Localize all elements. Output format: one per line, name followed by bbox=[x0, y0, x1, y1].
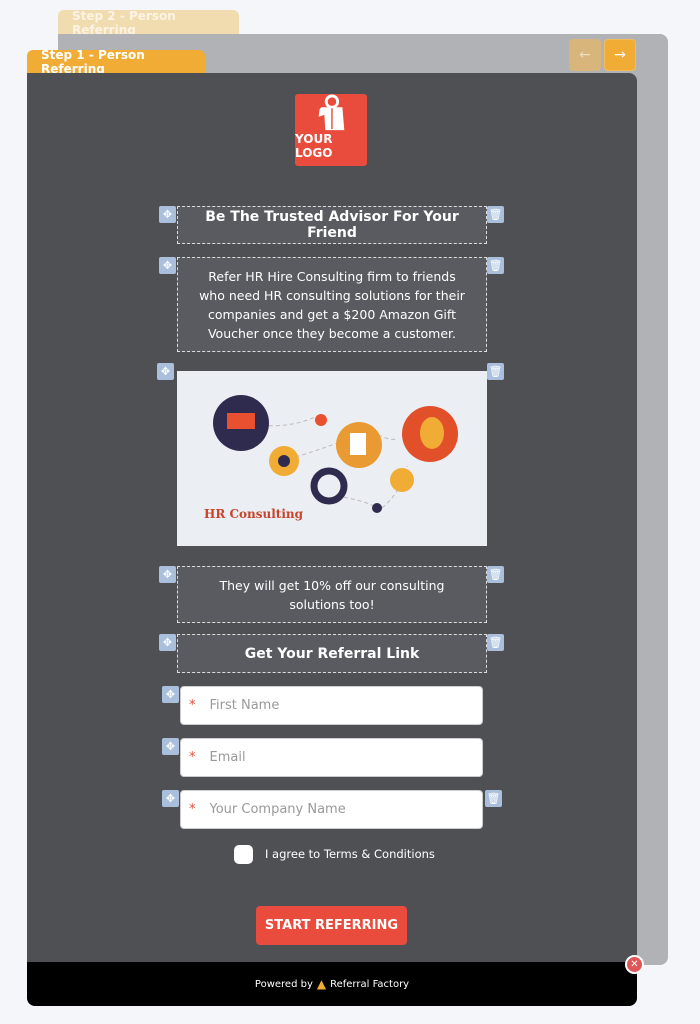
logo[interactable]: YOUR LOGO bbox=[295, 94, 367, 166]
title-block[interactable]: Be The Trusted Advisor For Your Friend bbox=[177, 206, 487, 244]
close-icon[interactable]: ✕ bbox=[625, 955, 644, 974]
referral-link-heading[interactable]: Get Your Referral Link bbox=[177, 634, 487, 673]
move-handle-icon[interactable]: ✥ bbox=[159, 634, 176, 651]
tab-step-2[interactable]: Step 2 - Person Referring bbox=[58, 9, 239, 37]
next-step-button[interactable]: → bbox=[604, 39, 636, 71]
move-handle-icon[interactable]: ✥ bbox=[159, 206, 176, 223]
logo-text: YOUR LOGO bbox=[295, 132, 333, 160]
move-handle-icon[interactable]: ✥ bbox=[162, 790, 179, 807]
trash-icon[interactable]: 🗑 bbox=[487, 566, 504, 583]
title-text: Be The Trusted Advisor For Your Friend bbox=[205, 209, 459, 241]
company-name-placeholder: Your Company Name bbox=[209, 802, 346, 817]
move-handle-icon[interactable]: ✥ bbox=[157, 363, 174, 380]
friend-offer-text: They will get 10% off our consulting sol… bbox=[219, 577, 445, 612]
start-referring-button[interactable]: START REFERRING bbox=[256, 906, 407, 945]
referral-link-heading-text: Get Your Referral Link bbox=[244, 645, 420, 662]
prev-step-button[interactable]: ← bbox=[569, 39, 601, 71]
description-block[interactable]: Refer HR Hire Consulting firm to friends… bbox=[177, 257, 487, 352]
required-marker: * bbox=[189, 750, 196, 765]
company-name-input[interactable]: * Your Company Name bbox=[180, 790, 483, 829]
friend-offer-block[interactable]: They will get 10% off our consulting sol… bbox=[177, 566, 487, 623]
arrow-left-icon: ← bbox=[579, 47, 591, 63]
image-caption: HR Consulting bbox=[204, 507, 304, 521]
move-handle-icon[interactable]: ✥ bbox=[162, 738, 179, 755]
arrow-right-icon: → bbox=[614, 47, 626, 63]
email-placeholder: Email bbox=[209, 750, 246, 765]
move-handle-icon[interactable]: ✥ bbox=[159, 257, 176, 274]
trash-icon[interactable]: 🗑 bbox=[487, 257, 504, 274]
referral-factory-logo-icon: ▲ bbox=[316, 977, 327, 991]
tab-step-1[interactable]: Step 1 - Person Referring bbox=[27, 48, 205, 76]
terms-checkbox[interactable] bbox=[234, 845, 253, 864]
trash-icon[interactable]: 🗑 bbox=[487, 634, 504, 651]
move-handle-icon[interactable]: ✥ bbox=[159, 566, 176, 583]
brand-link[interactable]: Referral Factory bbox=[330, 979, 409, 990]
first-name-input[interactable]: * First Name bbox=[180, 686, 483, 725]
email-input[interactable]: * Email bbox=[180, 738, 483, 777]
terms-label[interactable]: I agree to Terms & Conditions bbox=[265, 847, 435, 861]
trash-icon[interactable]: 🗑 bbox=[485, 790, 502, 807]
hoodie-icon bbox=[318, 94, 345, 131]
footer: Powered by ▲ Referral Factory bbox=[27, 962, 637, 1006]
first-name-placeholder: First Name bbox=[209, 698, 280, 713]
trash-icon[interactable]: 🗑 bbox=[487, 206, 504, 223]
hr-consulting-image[interactable]: HR Consulting bbox=[177, 371, 487, 546]
powered-by-text: Powered by bbox=[254, 978, 313, 990]
required-marker: * bbox=[189, 698, 196, 713]
move-handle-icon[interactable]: ✥ bbox=[162, 686, 179, 703]
required-marker: * bbox=[189, 802, 196, 817]
trash-icon[interactable]: 🗑 bbox=[487, 363, 504, 380]
description-text: Refer HR Hire Consulting firm to friends… bbox=[199, 268, 465, 341]
